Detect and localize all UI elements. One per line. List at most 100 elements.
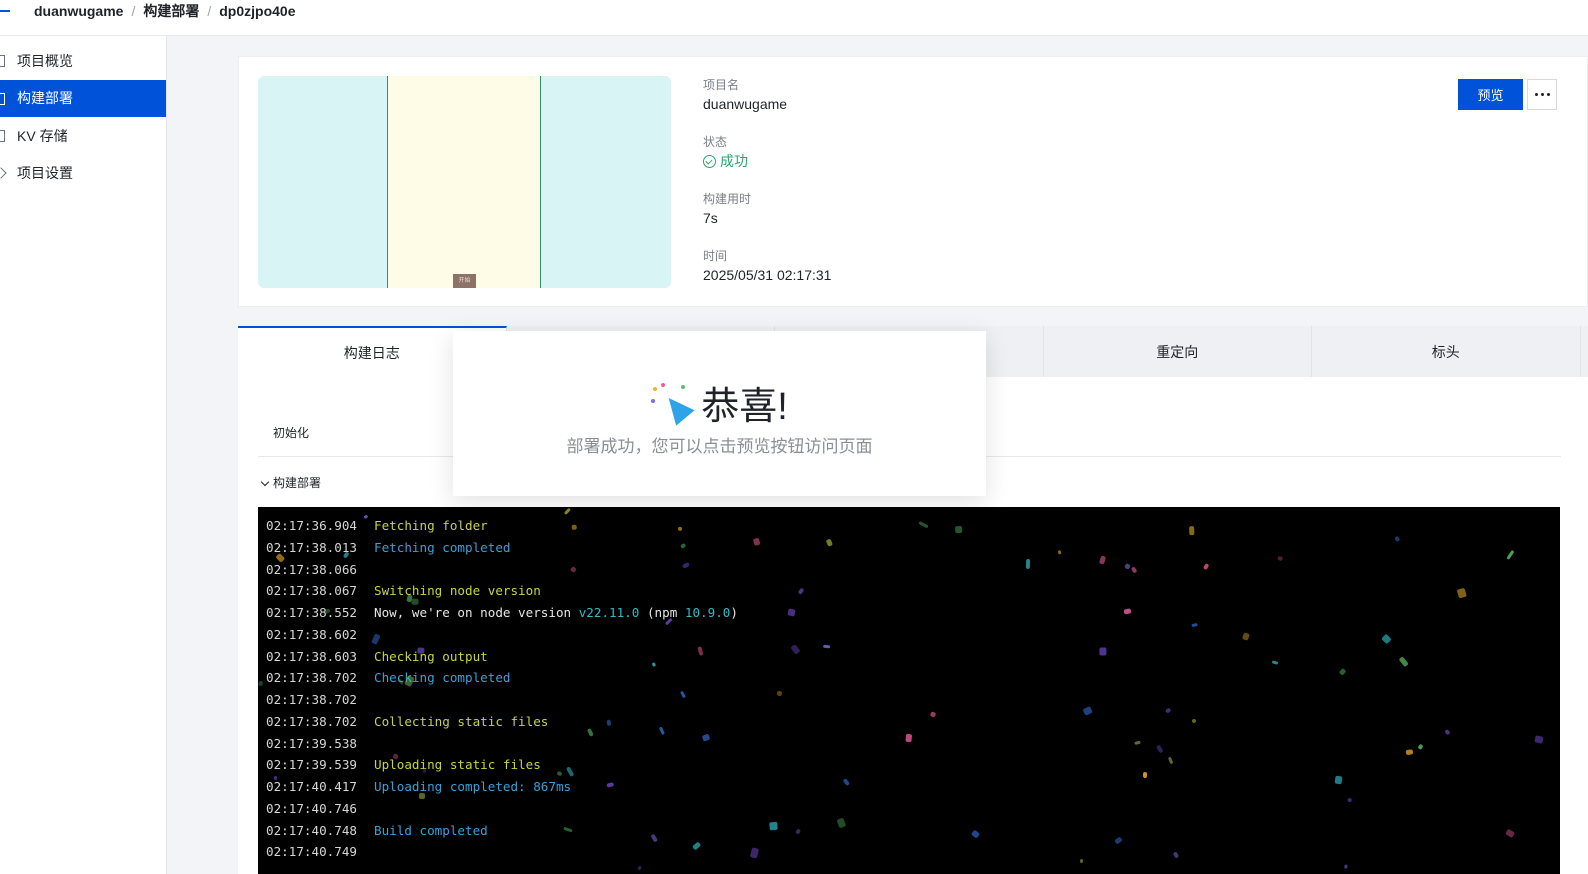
project-card: 开始 项目名 duanwugame 状态 成功 构建用时 7s 时间 2025/… [238, 56, 1588, 307]
confetti-piece [825, 538, 834, 547]
confetti-piece [1099, 647, 1107, 656]
log-timestamp: 02:17:38.702 [266, 692, 357, 707]
tab-redirect[interactable]: 重定向 [1044, 326, 1312, 377]
log-line: 02:17:38.066 [266, 559, 374, 581]
confetti-piece [1417, 744, 1424, 751]
party-dot [681, 384, 686, 389]
chevron-down-icon [260, 477, 270, 487]
confetti-piece [1123, 608, 1132, 615]
log-message: (npm [639, 605, 685, 620]
sidebar: 项目概览 构建部署 KV 存储 项目设置 [0, 36, 167, 874]
dialog-header: 恭喜! [453, 375, 986, 430]
log-line: 02:17:40.748 Build completed [266, 820, 488, 842]
confetti-piece [1381, 633, 1392, 644]
party-dot [651, 398, 656, 403]
log-line: 02:17:39.538 [266, 733, 374, 755]
log-line: 02:17:38.067 Switching node version [266, 580, 541, 602]
confetti-piece [1189, 525, 1195, 535]
confetti-piece [1276, 555, 1283, 562]
project-info: 项目名 duanwugame 状态 成功 构建用时 7s 时间 2025/05/… [703, 77, 831, 305]
confetti-piece [1444, 728, 1451, 736]
confetti-piece [1457, 588, 1468, 599]
confetti-piece [954, 525, 963, 534]
sidebar-item-deploy[interactable]: 构建部署 [0, 79, 166, 117]
log-message: Uploading completed: 867ms [374, 779, 572, 794]
breadcrumb-separator: / [131, 3, 136, 19]
thumbnail-start-button: 开始 [453, 274, 476, 288]
dialog-title: 恭喜! [701, 386, 788, 428]
settings-icon [0, 166, 7, 179]
confetti-piece [1506, 550, 1515, 561]
step-deploy[interactable]: 构建部署 [260, 474, 322, 491]
confetti-piece [836, 817, 847, 829]
confetti-piece [795, 828, 802, 835]
log-line: 02:17:36.904 Fetching folder [266, 515, 488, 537]
more-icon-dot [1540, 93, 1544, 96]
confetti-piece [750, 846, 760, 858]
sidebar-item-kv-storage[interactable]: KV 存储 [0, 117, 166, 155]
confetti-piece [658, 726, 665, 735]
sidebar-item-overview[interactable]: 项目概览 [0, 42, 166, 80]
confetti-piece [1343, 864, 1348, 869]
confetti-piece [569, 565, 577, 573]
confetti-piece [564, 508, 572, 516]
confetti-piece [410, 598, 419, 605]
log-message: Build completed [374, 822, 488, 838]
confetti-piece [1398, 656, 1409, 667]
log-timestamp: 02:17:38.552 [266, 605, 357, 620]
log-timestamp: 02:17:40.748 [266, 822, 357, 838]
duration-label: 构建用时 [703, 192, 752, 206]
project-name-label: 项目名 [703, 78, 740, 92]
log-timestamp: 02:17:36.904 [266, 518, 357, 533]
confetti-piece [1156, 744, 1164, 754]
log-message: Checking completed [374, 670, 511, 686]
sidebar-item-label: 项目设置 [17, 165, 73, 182]
log-message: Checking output [374, 648, 488, 664]
success-dialog: 恭喜! 部署成功，您可以点击预览按钮访问页面 [453, 331, 986, 496]
breadcrumb-section[interactable]: 构建部署 [143, 1, 199, 21]
log-terminal[interactable]: 02:17:36.904 Fetching folder 02:17:38.013 F… [258, 507, 1560, 874]
step-init[interactable]: 初始化 [273, 424, 309, 441]
party-popper-icon [651, 382, 695, 426]
sidebar-item-label: 构建部署 [17, 90, 73, 107]
breadcrumb-project[interactable]: duanwugame [34, 3, 123, 19]
log-timestamp: 02:17:38.066 [266, 561, 357, 577]
confetti-piece [1271, 660, 1279, 666]
sidebar-item-settings[interactable]: 项目设置 [0, 155, 166, 193]
log-message: 10.9.0 [684, 605, 731, 620]
confetti-piece [1082, 705, 1093, 716]
check-circle-icon [703, 154, 716, 168]
log-timestamp: 02:17:40.749 [266, 844, 357, 860]
more-icon [1534, 93, 1538, 96]
log-timestamp: 02:17:39.538 [266, 735, 357, 751]
log-message: Uploading static files [374, 757, 541, 773]
confetti-piece [1167, 756, 1173, 764]
confetti-piece [1242, 632, 1250, 641]
confetti-piece [752, 537, 761, 547]
confetti-piece [797, 587, 805, 595]
confetti-piece [1504, 828, 1515, 838]
log-line: 02:17:40.746 [266, 798, 374, 820]
preview-button[interactable]: 预览 [1458, 79, 1523, 110]
step-deploy-label: 构建部署 [273, 476, 322, 490]
tab-headers[interactable]: 标头 [1312, 326, 1581, 377]
confetti-piece [682, 562, 691, 570]
confetti-piece [606, 782, 614, 788]
overview-icon [0, 55, 5, 67]
back-arrow-icon[interactable] [0, 10, 10, 12]
confetti-piece [822, 644, 831, 649]
project-name: duanwugame [703, 96, 788, 112]
time-value: 2025/05/31 02:17:31 [703, 267, 832, 283]
duration-value: 7s [703, 210, 718, 226]
confetti-piece [417, 647, 425, 655]
site-thumbnail[interactable]: 开始 [258, 76, 671, 288]
confetti-piece [790, 644, 801, 656]
more-button[interactable] [1527, 79, 1557, 110]
confetti-piece [930, 711, 937, 718]
confetti-piece [697, 646, 704, 656]
confetti-piece [1142, 772, 1147, 779]
party-cone [659, 389, 695, 426]
confetti-piece [1124, 562, 1132, 570]
confetti-piece [650, 833, 658, 843]
top-bar: duanwugame / 构建部署 / dp0zjpo40e [0, 0, 1588, 36]
